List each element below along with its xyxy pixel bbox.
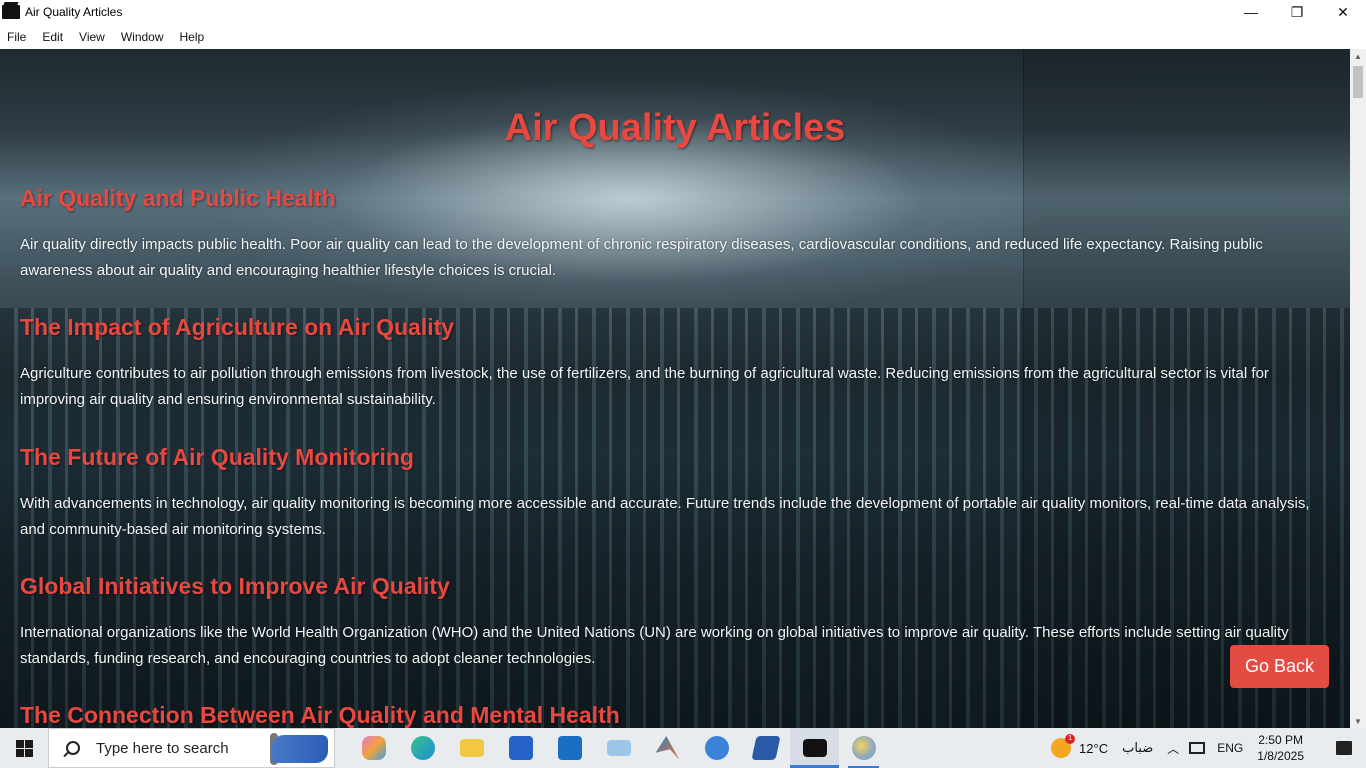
article-body: With advancements in technology, air qua… [20, 495, 1310, 538]
article-heading: The Impact of Agriculture on Air Quality [20, 314, 455, 340]
page-viewport: Air Quality Articles Air Quality and Pub… [0, 49, 1350, 728]
title-bar: Air Quality Articles — ❐ ✕ [0, 0, 1366, 24]
article-body: International organizations like the Wor… [20, 624, 1289, 667]
taskbar: Type here to search 1 12°C ضباب ︿ ENG 2:… [0, 728, 1366, 768]
scroll-up-arrow-icon[interactable]: ▲ [1350, 49, 1366, 63]
article: Air Quality and Public Health Air qualit… [20, 185, 1320, 284]
outlook-icon [557, 736, 582, 760]
app-window-icon [802, 739, 827, 757]
article: The Future of Air Quality Monitoring Wit… [20, 444, 1320, 543]
article-heading: Air Quality and Public Health [20, 185, 336, 211]
window-controls: — ❐ ✕ [1228, 0, 1366, 24]
taskbar-app-air-quality-window[interactable] [790, 728, 839, 768]
article-body: Air quality directly impacts public heal… [20, 236, 1263, 279]
app-icon [2, 5, 20, 19]
paint-icon [851, 736, 876, 760]
taskbar-apps [349, 728, 888, 768]
window-title: Air Quality Articles [25, 5, 123, 19]
search-icon [66, 741, 80, 755]
notification-icon [1336, 741, 1352, 755]
menu-edit[interactable]: Edit [42, 30, 63, 44]
file-explorer-icon [459, 739, 484, 757]
article-heading: The Connection Between Air Quality and M… [20, 702, 620, 728]
taskbar-app-paint[interactable] [839, 728, 888, 768]
article-body: Agriculture contributes to air pollution… [20, 365, 1269, 408]
article: Global Initiatives to Improve Air Qualit… [20, 573, 1320, 672]
copilot-icon [361, 736, 386, 760]
network-app-icon [606, 740, 631, 756]
taskbar-app-store[interactable] [496, 728, 545, 768]
article-heading: The Future of Air Quality Monitoring [20, 444, 414, 470]
system-tray: 1 12°C ضباب ︿ ENG 2:50 PM 1/8/2025 [1051, 728, 1366, 768]
weather-condition[interactable]: ضباب [1122, 740, 1153, 756]
weather-badge: 1 [1065, 734, 1076, 744]
article: The Connection Between Air Quality and M… [20, 702, 1320, 728]
search-placeholder: Type here to search [96, 739, 229, 757]
weather-temperature[interactable]: 12°C [1079, 741, 1108, 756]
menu-bar: File Edit View Window Help [0, 24, 1366, 49]
menu-window[interactable]: Window [121, 30, 164, 44]
clock-time: 2:50 PM [1258, 733, 1303, 747]
clock-date: 1/8/2025 [1257, 749, 1304, 763]
taskbar-app-edge[interactable] [398, 728, 447, 768]
matlab-icon [655, 736, 680, 760]
taskbar-app-matlab[interactable] [643, 728, 692, 768]
clock[interactable]: 2:50 PM 1/8/2025 [1257, 732, 1304, 764]
taskbar-app-network[interactable] [594, 728, 643, 768]
edge-icon [410, 736, 435, 760]
input-language[interactable]: ENG [1217, 741, 1243, 755]
start-button[interactable] [0, 728, 48, 768]
scroll-thumb[interactable] [1353, 66, 1363, 98]
search-highlight-graphic [272, 735, 328, 763]
weather-icon[interactable]: 1 [1051, 734, 1076, 758]
taskbar-app-powershell[interactable] [741, 728, 790, 768]
powershell-icon [750, 736, 781, 760]
taskbar-app-file-explorer[interactable] [447, 728, 496, 768]
close-button[interactable]: ✕ [1320, 0, 1366, 24]
menu-view[interactable]: View [79, 30, 105, 44]
network-icon[interactable] [1189, 742, 1206, 754]
taskbar-app-copilot[interactable] [349, 728, 398, 768]
menu-file[interactable]: File [7, 30, 26, 44]
azure-data-studio-icon [704, 736, 729, 760]
notification-center-button[interactable] [1322, 728, 1366, 768]
maximize-button[interactable]: ❐ [1274, 0, 1320, 24]
scroll-down-arrow-icon[interactable]: ▼ [1350, 714, 1366, 728]
article: The Impact of Agriculture on Air Quality… [20, 314, 1320, 413]
taskbar-search[interactable]: Type here to search [48, 728, 335, 768]
taskbar-app-azure-data-studio[interactable] [692, 728, 741, 768]
minimize-button[interactable]: — [1228, 0, 1274, 24]
windows-logo-icon [15, 739, 33, 757]
article-heading: Global Initiatives to Improve Air Qualit… [20, 573, 450, 599]
vertical-scrollbar[interactable]: ▲ ▼ [1350, 49, 1366, 728]
page-title: Air Quality Articles [504, 107, 846, 149]
menu-help[interactable]: Help [180, 30, 205, 44]
chevron-up-icon[interactable]: ︿ [1167, 740, 1179, 757]
go-back-button[interactable]: Go Back [1230, 645, 1329, 688]
store-icon [508, 736, 533, 760]
taskbar-app-outlook[interactable] [545, 728, 594, 768]
